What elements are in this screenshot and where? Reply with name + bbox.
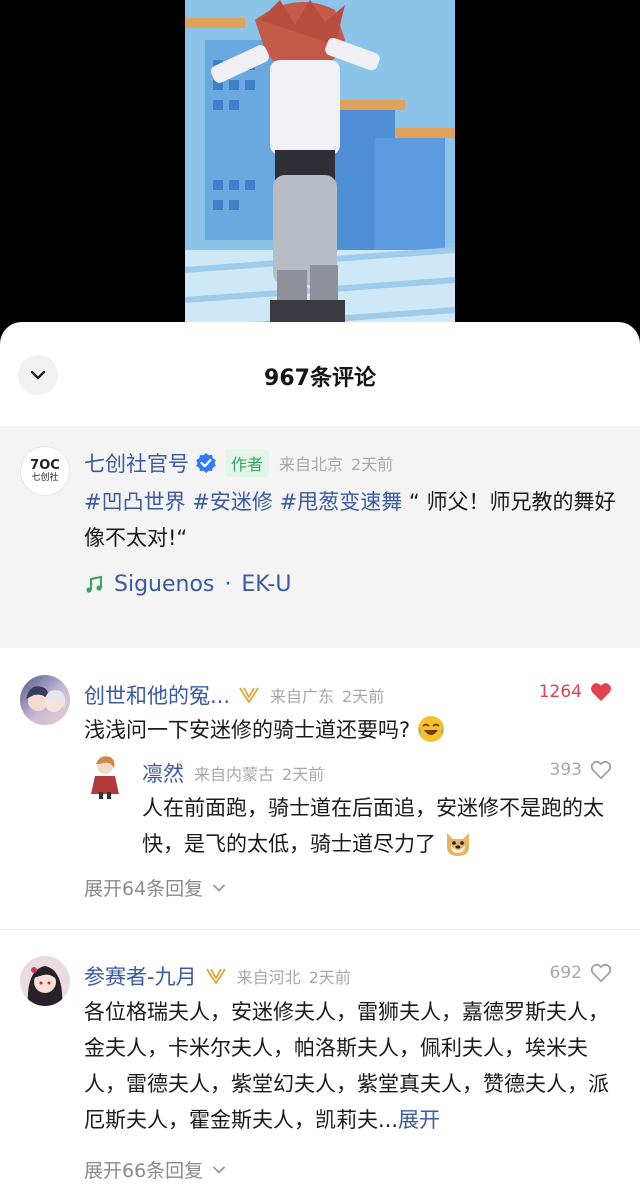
- comment-time: 2天前: [351, 455, 394, 474]
- heart-outline-icon: [590, 964, 612, 983]
- reply-author-name[interactable]: 凛然: [142, 758, 184, 788]
- reply-time: 2天前: [282, 765, 325, 784]
- music-note-icon: [86, 575, 102, 593]
- avatar-image: [91, 756, 119, 799]
- avatar-image: [27, 966, 63, 1006]
- commenter-avatar[interactable]: [20, 675, 70, 725]
- comment-location: 来自北京: [279, 455, 344, 474]
- music-artist: EK-U: [241, 572, 292, 597]
- comment-sheet: 967条评论 7OC 七创社 七创社官号 作者 来自北京 2天前 #凹凸世界 #…: [0, 322, 640, 1190]
- video-player[interactable]: [0, 0, 640, 340]
- comment-body: 浅浅问一下安迷修的骑士道还要吗?: [84, 718, 411, 742]
- doge-emoji-icon: [443, 829, 473, 857]
- comment-time: 2天前: [308, 968, 351, 987]
- like-button[interactable]: 1264: [539, 682, 612, 702]
- video-scene-image: [185, 0, 455, 340]
- like-count: 393: [549, 760, 582, 780]
- author-badge: 作者: [225, 449, 270, 477]
- hashtag-link[interactable]: #安迷修: [192, 490, 273, 514]
- reply-like-button[interactable]: 393: [550, 760, 612, 780]
- heart-outline-icon: [590, 761, 612, 780]
- expand-replies-button[interactable]: 展开66条回复: [84, 1156, 227, 1183]
- hashtag-link[interactable]: #凹凸世界: [84, 490, 186, 514]
- music-separator: ·: [224, 572, 232, 597]
- commenter-name[interactable]: 创世和他的冤...: [84, 680, 230, 710]
- expand-replies-label: 展开66条回复: [84, 1160, 204, 1182]
- reply-location: 来自内蒙古: [194, 765, 275, 784]
- verified-icon: [196, 453, 216, 473]
- comment-text: 各位格瑞夫人，安迷修夫人，雷狮夫人，嘉德罗斯夫人，金夫人，卡米尔夫人，帕洛斯夫人…: [84, 994, 624, 1138]
- show-more-link[interactable]: 展开: [398, 1108, 440, 1132]
- comment-divider: [0, 929, 640, 930]
- fan-badge-icon: [205, 968, 226, 985]
- reply-body: 人在前面跑，骑士道在后面追，安迷修不是跑的太快，是飞的太低，骑士道尽力了: [142, 796, 604, 856]
- expand-replies-button[interactable]: 展开64条回复: [84, 874, 227, 901]
- comment-location: 来自广东: [270, 687, 335, 706]
- comment-text: 浅浅问一下安迷修的骑士道还要吗?: [84, 712, 624, 748]
- hashtag-link[interactable]: #甩葱变速舞: [280, 490, 403, 514]
- sheet-header: 967条评论: [0, 322, 640, 426]
- commenter-name[interactable]: 参赛者-九月: [84, 961, 197, 991]
- heart-filled-icon: [591, 683, 611, 702]
- comment-location: 来自河北: [236, 968, 301, 987]
- avatar-image: [26, 686, 66, 712]
- avatar-logo-subtext: 七创社: [31, 472, 59, 483]
- laughing-crying-emoji-icon: [417, 715, 445, 743]
- chevron-down-icon: [213, 1166, 226, 1174]
- commenter-avatar[interactable]: [20, 956, 70, 1006]
- like-count: 1264: [538, 682, 582, 702]
- pinned-author-comment: 7OC 七创社 七创社官号 作者 来自北京 2天前 #凹凸世界 #安迷修 #甩葱…: [0, 426, 640, 648]
- fan-badge-icon: [239, 687, 259, 704]
- music-link[interactable]: Siguenos · EK-U: [84, 572, 291, 597]
- like-button[interactable]: 692: [550, 963, 612, 983]
- author-avatar[interactable]: 7OC 七创社: [20, 446, 70, 496]
- reply-text: 人在前面跑，骑士道在后面追，安迷修不是跑的太快，是飞的太低，骑士道尽力了: [142, 790, 622, 862]
- comment-header-row: 创世和他的冤... 来自广东 2天前: [84, 680, 384, 710]
- chevron-down-icon: [213, 884, 226, 892]
- pinned-header-row: 七创社官号 作者 来自北京 2天前: [84, 448, 393, 478]
- comment-time: 2天前: [342, 687, 385, 706]
- author-name[interactable]: 七创社官号: [84, 448, 189, 478]
- comment-body: 各位格瑞夫人，安迷修夫人，雷狮夫人，嘉德罗斯夫人，金夫人，卡米尔夫人，帕洛斯夫人…: [84, 1000, 609, 1132]
- expand-replies-label: 展开64条回复: [84, 878, 204, 900]
- reply-header-row: 凛然 来自内蒙古 2天前: [142, 758, 324, 788]
- comment-count-title: 967条评论: [264, 366, 376, 391]
- reply-avatar[interactable]: [86, 754, 124, 800]
- music-title: Siguenos: [114, 572, 215, 597]
- comment-header-row: 参赛者-九月 来自河北 2天前: [84, 961, 351, 991]
- like-count: 692: [549, 963, 582, 983]
- avatar-logo-text: 7OC: [30, 457, 60, 473]
- pinned-comment-text: #凹凸世界 #安迷修 #甩葱变速舞 “ 师父！师兄教的舞好像不太对!“: [84, 484, 624, 556]
- video-frame: [185, 0, 455, 340]
